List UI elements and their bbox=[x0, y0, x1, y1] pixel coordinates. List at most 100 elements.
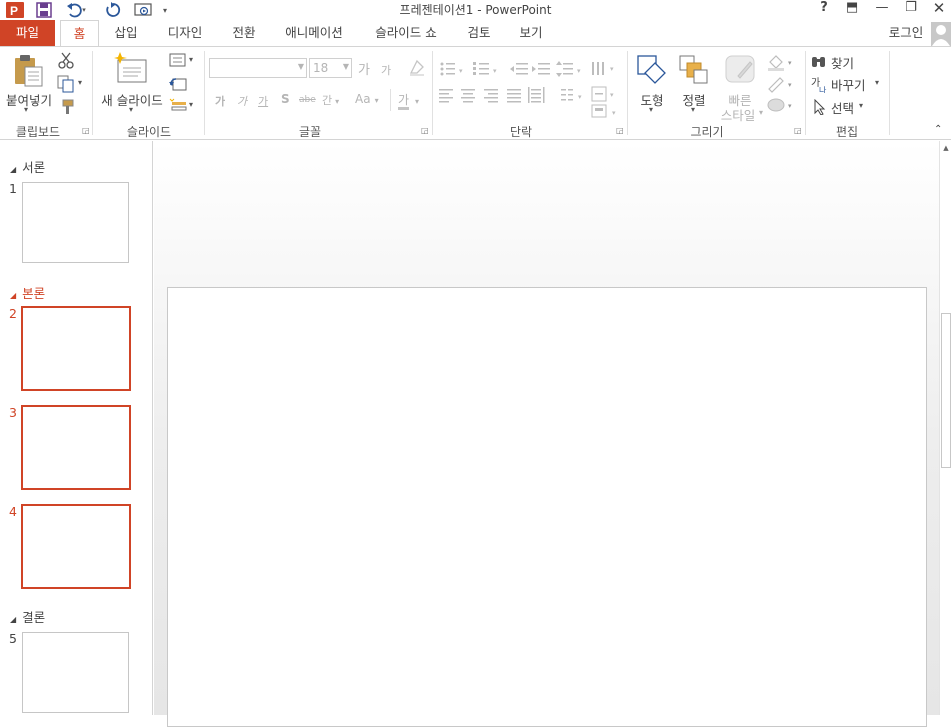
tab-review[interactable]: 검토 bbox=[457, 20, 501, 46]
align-left-icon[interactable] bbox=[439, 89, 453, 103]
replace-dropdown-icon[interactable]: ▾ bbox=[875, 78, 879, 87]
shrink-font-button[interactable]: 가 bbox=[381, 62, 391, 78]
ribbon-display-options-button[interactable]: ⬒ bbox=[838, 0, 866, 18]
font-dialog-launcher-icon[interactable]: ◲ bbox=[421, 126, 429, 135]
underline-button[interactable]: 가 bbox=[258, 93, 268, 109]
distributed-icon[interactable] bbox=[528, 87, 545, 103]
layout-button[interactable]: ▾ bbox=[169, 53, 197, 69]
change-case-button[interactable]: Aa ▾ bbox=[355, 92, 379, 106]
shapes-dropdown-icon[interactable]: ▾ bbox=[649, 105, 653, 114]
scrollbar-thumb[interactable] bbox=[941, 313, 951, 468]
clipboard-dialog-launcher-icon[interactable]: ◲ bbox=[82, 126, 90, 135]
slide-thumbnail-4[interactable] bbox=[21, 504, 131, 589]
copy-button[interactable]: ▾ bbox=[57, 75, 87, 93]
new-slide-dropdown-icon[interactable]: ▾ bbox=[129, 105, 133, 114]
align-text-icon[interactable]: ▾ bbox=[591, 86, 614, 102]
close-button[interactable]: ✕ bbox=[925, 0, 951, 18]
italic-button[interactable]: 가 bbox=[237, 93, 247, 109]
collapse-section-icon[interactable]: ◢ bbox=[10, 291, 16, 300]
copy-dropdown-icon[interactable]: ▾ bbox=[78, 78, 82, 87]
tab-design[interactable]: 디자인 bbox=[157, 20, 213, 46]
font-name-combobox[interactable]: ▼ bbox=[209, 58, 307, 78]
reset-slide-icon[interactable] bbox=[169, 76, 187, 92]
tab-animations[interactable]: 애니메이션 bbox=[274, 20, 354, 46]
section-dropdown-icon[interactable]: ▾ bbox=[189, 100, 193, 109]
help-button[interactable]: ? bbox=[810, 0, 838, 18]
justify-icon[interactable] bbox=[507, 89, 521, 103]
editing-group-label: 편집 bbox=[835, 125, 859, 139]
bullets-icon[interactable]: ▾ bbox=[440, 62, 464, 76]
drawing-dialog-launcher-icon[interactable]: ◲ bbox=[794, 126, 802, 135]
arrange-dropdown-icon[interactable]: ▾ bbox=[691, 105, 695, 114]
font-color-button[interactable]: 가 ▾ bbox=[398, 91, 419, 110]
section-header-intro[interactable]: ◢ 서론 bbox=[10, 157, 45, 176]
cut-icon[interactable] bbox=[57, 52, 75, 70]
clear-formatting-icon[interactable] bbox=[408, 59, 426, 77]
group-divider bbox=[805, 51, 806, 135]
slide-canvas[interactable] bbox=[167, 287, 927, 727]
collapse-ribbon-icon[interactable]: ⌃ bbox=[934, 124, 942, 135]
select-button[interactable]: 선택 ▾ bbox=[813, 98, 873, 116]
font-name-dropdown-icon[interactable]: ▼ bbox=[298, 62, 304, 71]
text-shadow-button[interactable]: S bbox=[281, 92, 290, 106]
new-slide-button[interactable]: 새 슬라이드 ▾ bbox=[97, 51, 167, 117]
character-spacing-dropdown-icon[interactable]: ▾ bbox=[335, 97, 339, 106]
align-center-icon[interactable] bbox=[461, 89, 475, 103]
line-spacing-icon[interactable]: ▾ bbox=[556, 61, 581, 77]
section-name: 서론 bbox=[22, 160, 46, 175]
paragraph-dialog-launcher-icon[interactable]: ◲ bbox=[616, 126, 624, 135]
quick-styles-dropdown-icon[interactable]: ▾ bbox=[759, 108, 763, 117]
paste-button[interactable]: 붙여넣기 ▾ bbox=[6, 51, 52, 117]
section-header-body[interactable]: ◢ 본론 bbox=[10, 283, 45, 302]
slide-thumbnail-1[interactable] bbox=[22, 182, 129, 263]
numbering-icon[interactable]: ▾ bbox=[473, 62, 497, 75]
tab-file[interactable]: 파일 bbox=[0, 20, 55, 46]
paragraph-group-label: 단락 bbox=[509, 125, 533, 139]
text-columns-icon[interactable]: ▾ bbox=[592, 62, 614, 75]
change-case-dropdown-icon[interactable]: ▾ bbox=[375, 96, 379, 105]
section-button[interactable]: ▾ bbox=[169, 98, 197, 114]
convert-to-smartart-icon[interactable]: ▾ bbox=[590, 103, 624, 121]
bold-button[interactable]: 가 bbox=[215, 93, 225, 109]
minimize-button[interactable]: — bbox=[868, 0, 896, 18]
font-size-combobox[interactable]: 18 ▼ bbox=[309, 58, 352, 78]
decrease-indent-icon[interactable] bbox=[510, 63, 528, 75]
section-header-conclusion[interactable]: ◢ 결론 bbox=[10, 607, 45, 626]
slide-thumbnail-5[interactable] bbox=[22, 632, 129, 713]
vertical-scrollbar[interactable]: ▲ bbox=[939, 141, 951, 715]
tab-slideshow[interactable]: 슬라이드 쇼 bbox=[364, 20, 448, 46]
increase-indent-icon[interactable] bbox=[532, 63, 550, 75]
paste-dropdown-icon[interactable]: ▾ bbox=[24, 105, 28, 114]
arrange-button[interactable]: 정렬 ▾ bbox=[674, 51, 714, 117]
slide-number: 5 bbox=[9, 631, 17, 646]
select-dropdown-icon[interactable]: ▾ bbox=[859, 101, 863, 110]
slide-thumbnail-2[interactable] bbox=[21, 306, 131, 391]
shape-outline-icon[interactable]: ▾ bbox=[768, 77, 792, 93]
replace-button[interactable]: 가나 바꾸기 ▾ bbox=[811, 75, 891, 93]
tab-view[interactable]: 보기 bbox=[509, 20, 553, 46]
login-link[interactable]: 로그인 bbox=[882, 20, 930, 46]
format-painter-icon[interactable] bbox=[57, 98, 75, 116]
align-right-icon[interactable] bbox=[484, 89, 498, 103]
font-size-dropdown-icon[interactable]: ▼ bbox=[343, 62, 349, 71]
shape-fill-icon[interactable]: ▾ bbox=[768, 55, 792, 71]
columns-icon[interactable]: ▾ bbox=[561, 89, 582, 101]
grow-font-button[interactable]: 가 bbox=[358, 59, 370, 78]
find-button[interactable]: 찾기 bbox=[811, 53, 891, 71]
character-spacing-button[interactable]: 간 ▾ bbox=[322, 92, 339, 108]
shapes-button[interactable]: 도형 ▾ bbox=[632, 51, 672, 117]
strikethrough-button[interactable]: abe bbox=[299, 95, 316, 105]
slide-thumbnail-3[interactable] bbox=[21, 405, 131, 490]
quick-styles-button[interactable]: 빠른 스타일 ▾ bbox=[714, 51, 766, 123]
tab-transitions[interactable]: 전환 bbox=[222, 20, 266, 46]
tab-home[interactable]: 홈 bbox=[60, 20, 99, 47]
avatar[interactable] bbox=[931, 22, 951, 46]
collapse-section-icon[interactable]: ◢ bbox=[10, 165, 16, 174]
font-color-dropdown-icon[interactable]: ▾ bbox=[415, 97, 419, 106]
tab-insert[interactable]: 삽입 bbox=[104, 20, 148, 46]
collapse-section-icon[interactable]: ◢ bbox=[10, 615, 16, 624]
restore-button[interactable]: ❐ bbox=[897, 0, 925, 18]
shape-effects-icon[interactable]: ▾ bbox=[767, 98, 792, 112]
layout-dropdown-icon[interactable]: ▾ bbox=[189, 55, 193, 64]
scroll-up-arrow-icon[interactable]: ▲ bbox=[941, 144, 951, 152]
